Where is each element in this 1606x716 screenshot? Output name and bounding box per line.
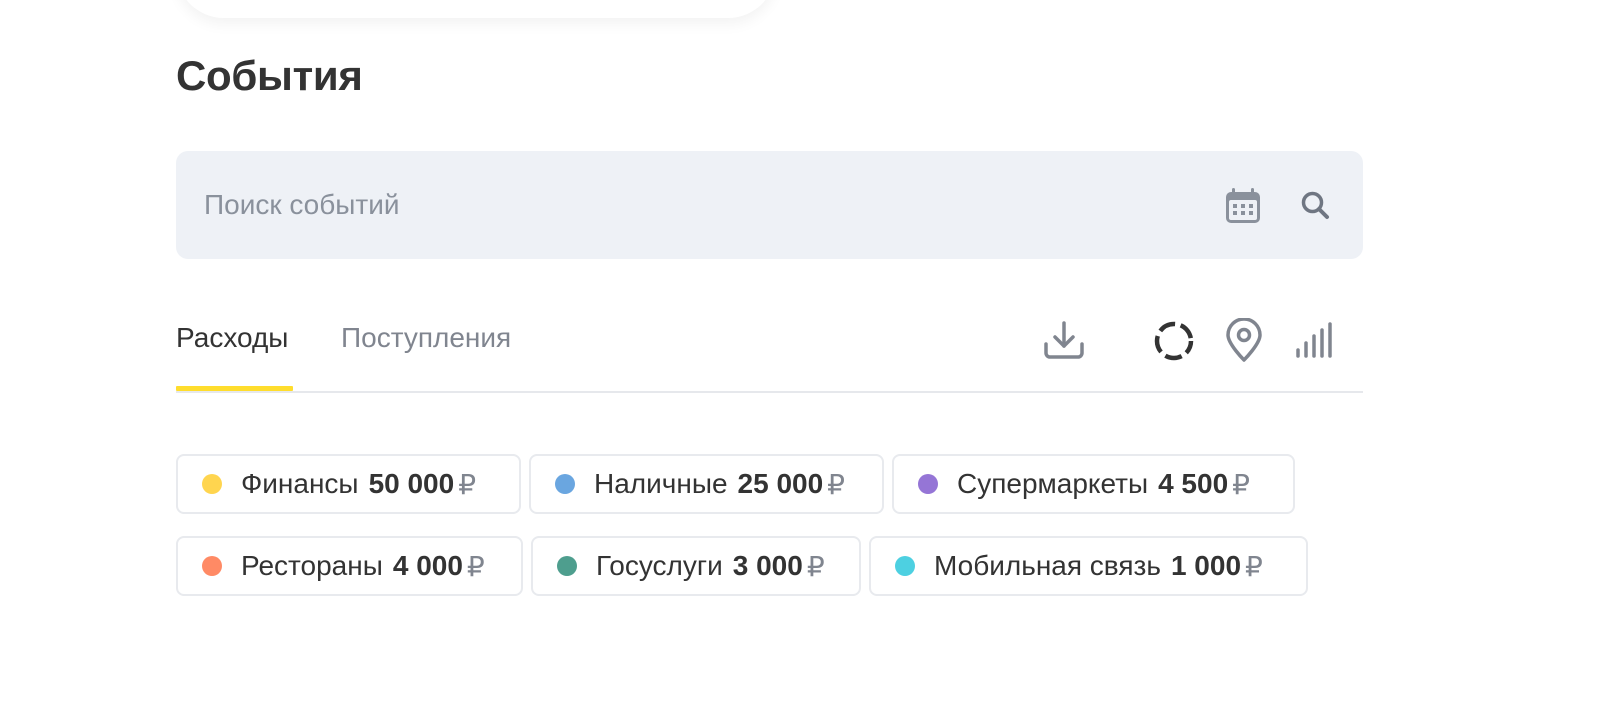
search-input[interactable] — [176, 151, 1196, 259]
tab-income[interactable]: Поступления — [341, 322, 511, 354]
category-label: Госуслуги — [596, 550, 723, 581]
category-color-dot — [202, 474, 222, 494]
category-amount: 4 500 — [1158, 468, 1229, 499]
download-icon[interactable] — [1042, 318, 1086, 362]
ruble-sign: ₽ — [466, 550, 485, 582]
category-amount: 1 000 — [1170, 550, 1242, 581]
category-amount: 50 000 — [368, 468, 455, 499]
donut-chart-icon[interactable] — [1152, 319, 1196, 363]
category-amount: 25 000 — [737, 468, 824, 499]
category-label: Рестораны — [241, 550, 383, 581]
ruble-sign: ₽ — [1245, 550, 1263, 582]
category-chip-mobile[interactable]: Мобильная связь 1 000 ₽ — [869, 536, 1308, 596]
bar-chart-icon[interactable] — [1293, 320, 1333, 360]
category-color-dot — [557, 556, 577, 576]
tab-expenses[interactable]: Расходы — [176, 322, 288, 354]
search-icon[interactable] — [1298, 188, 1332, 222]
category-chip-supermarkets[interactable]: Супермаркеты 4 500 ₽ — [892, 454, 1295, 514]
active-tab-indicator — [176, 386, 293, 391]
category-label: Супермаркеты — [957, 468, 1149, 499]
category-label: Наличные — [594, 468, 728, 499]
category-chip-gosuslugi[interactable]: Госуслуги 3 000 ₽ — [531, 536, 861, 596]
page-title: События — [176, 52, 363, 99]
calendar-icon[interactable] — [1224, 187, 1262, 225]
category-chip-restaurants[interactable]: Рестораны 4 000 ₽ — [176, 536, 523, 596]
ruble-sign: ₽ — [1232, 468, 1250, 500]
tabs-bar: Расходы Поступления — [176, 300, 1363, 393]
category-color-dot — [202, 556, 222, 576]
location-pin-icon[interactable] — [1224, 317, 1264, 363]
previous-card-shadow — [176, 0, 776, 18]
category-color-dot — [555, 474, 575, 494]
category-amount: 4 000 — [392, 550, 463, 581]
category-color-dot — [895, 556, 915, 576]
category-amount: 3 000 — [732, 550, 803, 581]
search-bar — [176, 151, 1363, 259]
category-label: Мобильная связь — [934, 550, 1161, 581]
ruble-sign: ₽ — [806, 550, 825, 582]
category-color-dot — [918, 474, 938, 494]
category-chip-finance[interactable]: Финансы 50 000 ₽ — [176, 454, 521, 514]
ruble-sign: ₽ — [827, 468, 845, 500]
category-chip-cash[interactable]: Наличные 25 000 ₽ — [529, 454, 884, 514]
category-label: Финансы — [241, 468, 359, 499]
ruble-sign: ₽ — [458, 468, 477, 500]
